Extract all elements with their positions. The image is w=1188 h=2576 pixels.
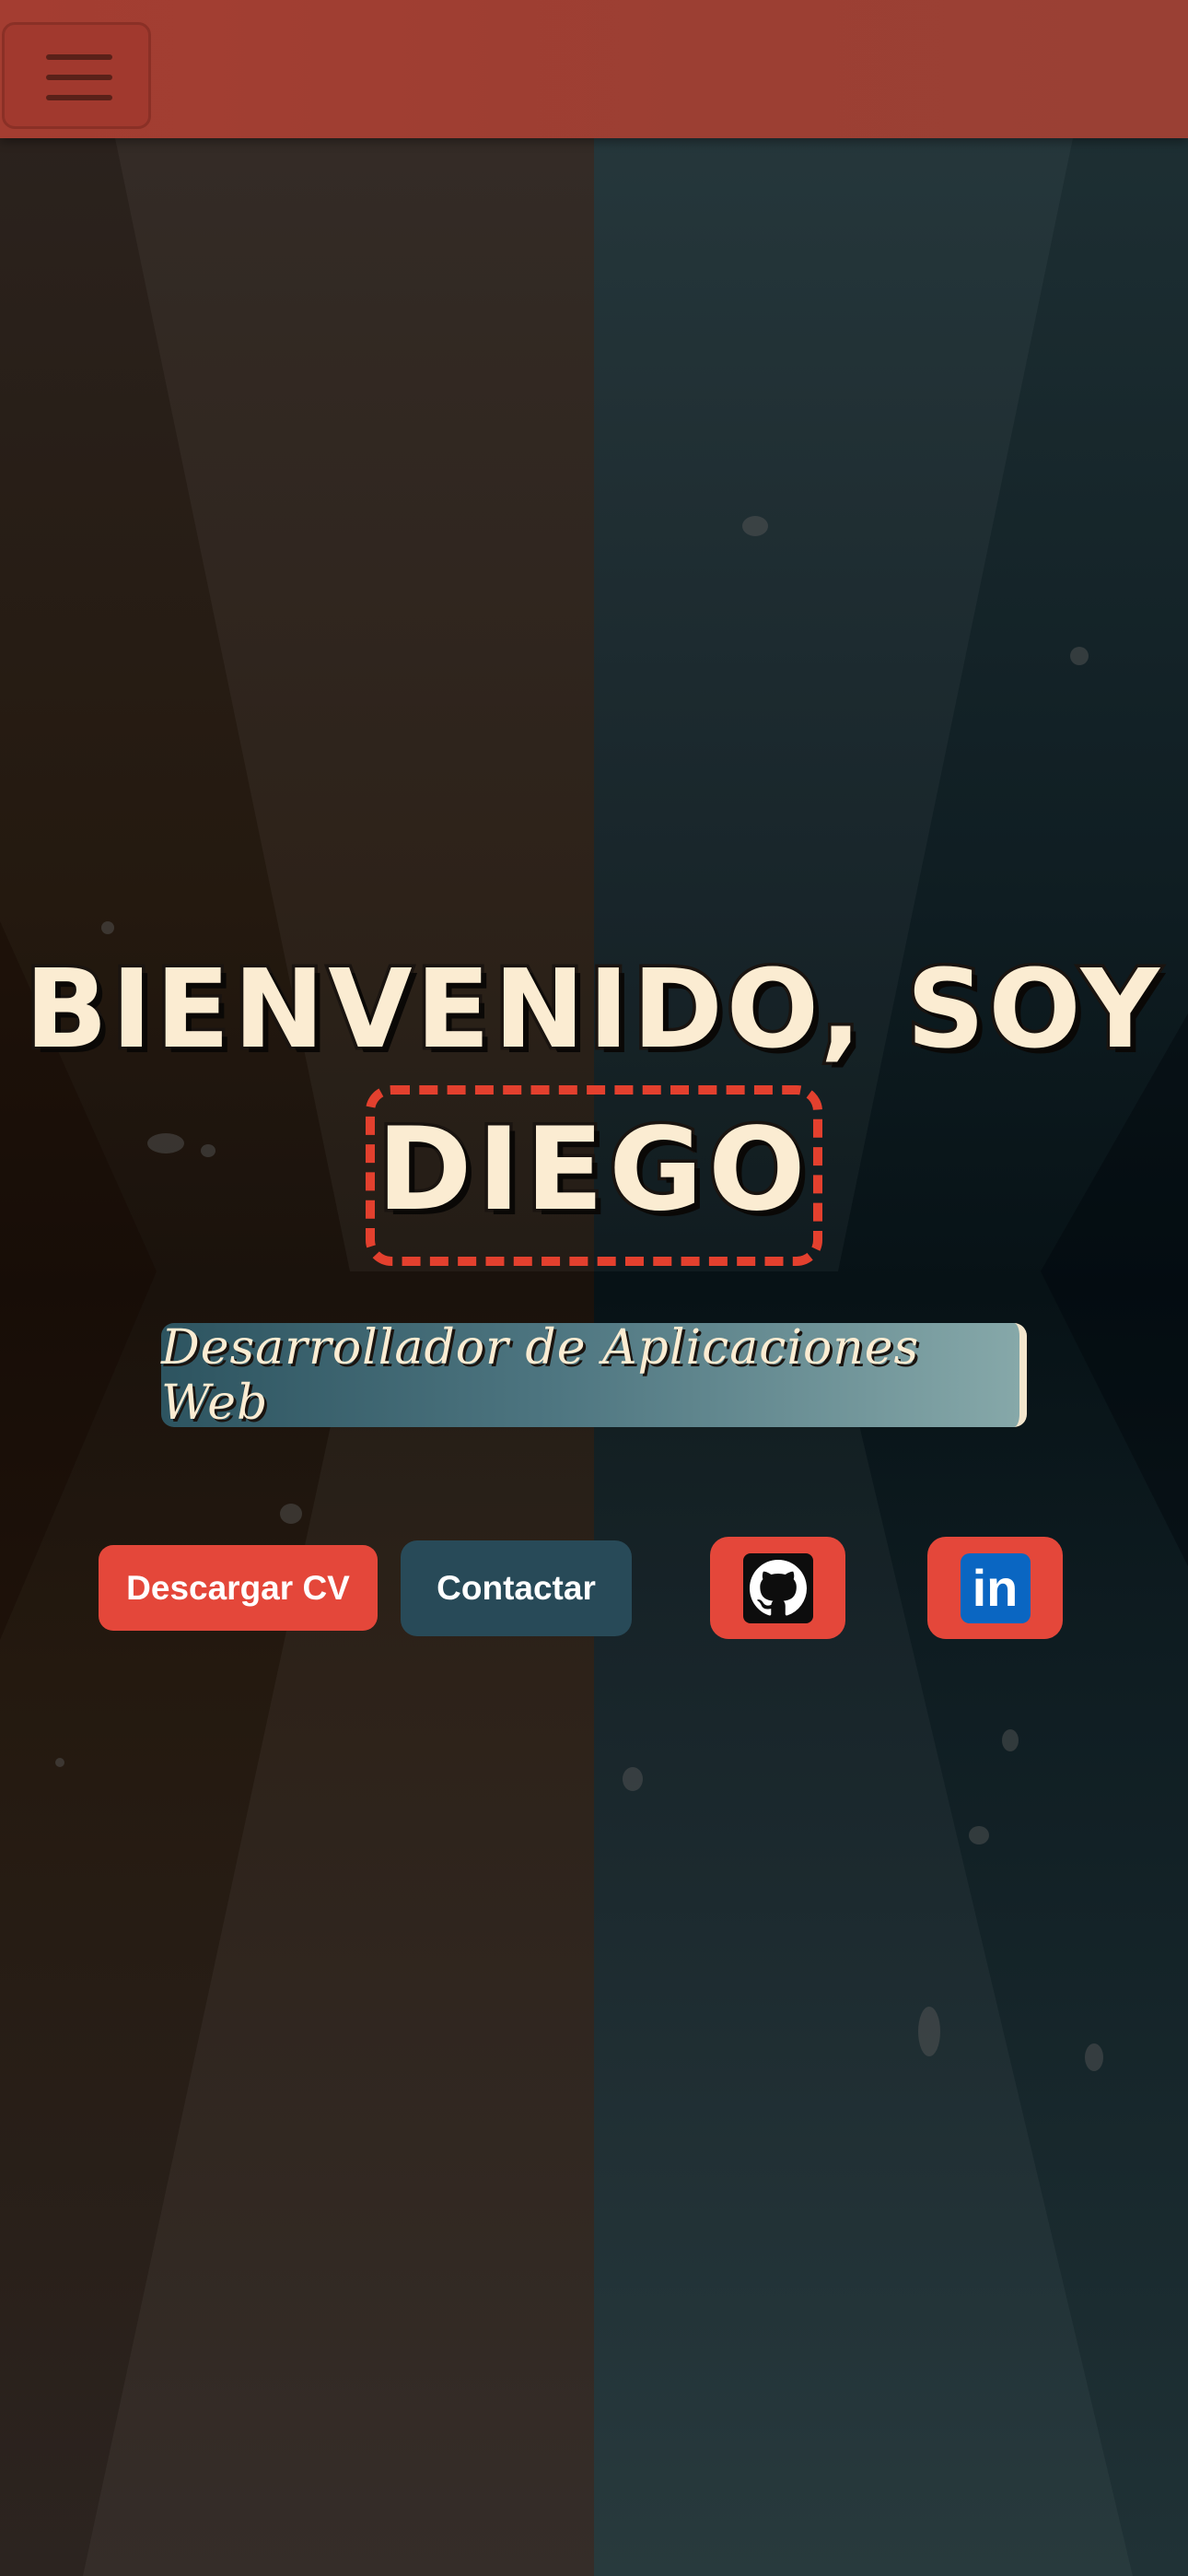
background-speck (280, 1504, 302, 1524)
linkedin-icon: in (960, 1552, 1031, 1623)
download-cv-button[interactable]: Descargar CV (99, 1545, 378, 1631)
menu-icon-bar (46, 54, 112, 60)
background-speck (147, 1133, 184, 1153)
hero-subtitle-banner: Desarrollador de Aplicaciones Web (161, 1320, 1027, 1431)
background-speck (55, 1758, 64, 1767)
top-navbar (0, 0, 1188, 138)
background-speck (1085, 2043, 1103, 2071)
background-speck (623, 1767, 643, 1791)
background-speck (742, 516, 768, 536)
background-speck (918, 2007, 940, 2056)
github-logo (749, 1559, 807, 1615)
background-speck (1002, 1729, 1019, 1751)
hero-greeting: BIENVENIDO, SOY (22, 945, 1163, 1072)
background-speck (201, 1144, 215, 1157)
contact-button[interactable]: Contactar (401, 1540, 632, 1636)
background-light-rays (0, 138, 1188, 2576)
background-speck (969, 1826, 989, 1844)
github-link-button[interactable] (710, 1537, 845, 1639)
menu-icon-bar (46, 95, 112, 100)
background-speck (101, 921, 114, 934)
linkedin-link-button[interactable]: in (927, 1537, 1063, 1639)
github-icon (742, 1552, 813, 1623)
hero-subtitle: Desarrollador de Aplicaciones Web (161, 1319, 920, 1431)
menu-toggle-button[interactable] (2, 22, 151, 129)
background-speck (1070, 647, 1089, 665)
page: BIENVENIDO, SOY DIEGO Desarrollador de A… (0, 0, 1188, 2576)
hero-name: DIEGO (374, 1103, 811, 1238)
menu-icon-bar (46, 75, 112, 80)
